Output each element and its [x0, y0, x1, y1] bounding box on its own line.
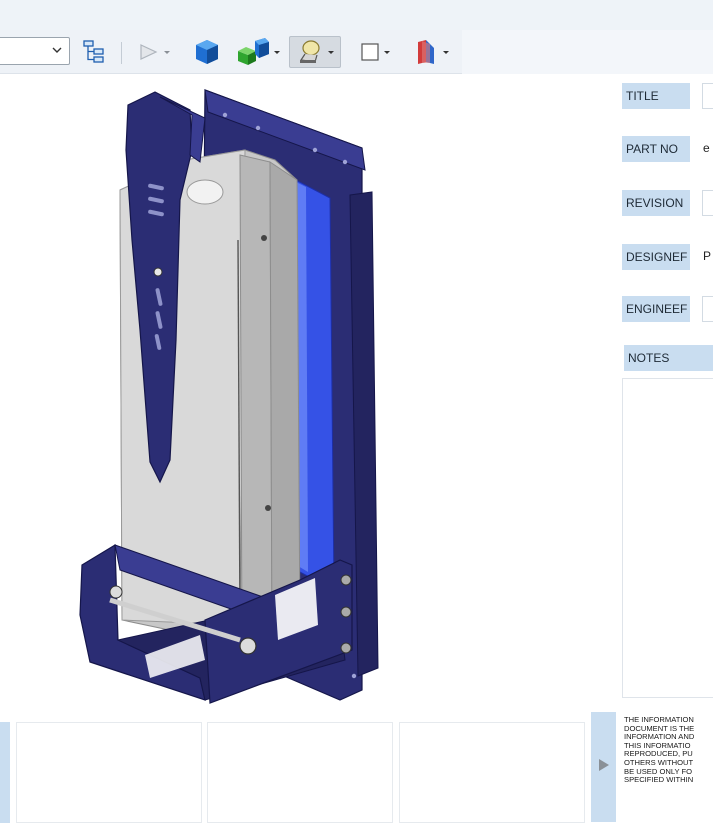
multi-cube-icon	[238, 38, 269, 65]
toolbar-empty-area	[462, 30, 713, 74]
left-collapse-tab[interactable]	[0, 722, 10, 823]
designer-label: DESIGNEF	[622, 244, 690, 270]
triangle-right-icon	[599, 759, 609, 771]
tree-button[interactable]	[80, 36, 108, 68]
section-button[interactable]	[406, 36, 456, 68]
legal-notice: THE INFORMATION DOCUMENT IS THE INFORMAT…	[624, 716, 713, 826]
legal-line: SPECIFIED WITHIN	[624, 775, 694, 785]
cube-icon	[196, 40, 218, 64]
lighting-button[interactable]	[289, 36, 341, 68]
title-label: TITLE	[622, 83, 690, 109]
background-button[interactable]	[352, 36, 398, 68]
expand-panel-tab[interactable]	[591, 712, 616, 822]
play-icon	[140, 44, 158, 60]
shaded-button[interactable]	[190, 36, 224, 68]
thumbnail-panel-1[interactable]	[16, 722, 202, 823]
view-toolbar	[0, 30, 462, 74]
square-outline-icon	[361, 43, 379, 61]
chevron-down-icon	[328, 51, 334, 54]
section-icon	[418, 40, 434, 64]
toolbar-separator	[121, 42, 122, 64]
play-button[interactable]	[134, 36, 174, 68]
title-field[interactable]	[702, 83, 713, 109]
enclosure-model-render	[79, 89, 379, 704]
part-no-field[interactable]: e	[700, 136, 713, 162]
chevron-down-icon	[164, 51, 170, 54]
chevron-down-icon	[384, 51, 390, 54]
top-strip	[0, 0, 713, 30]
engineer-field[interactable]	[702, 296, 713, 322]
thumbnail-panel-2[interactable]	[207, 722, 393, 823]
thumbnail-panel-3[interactable]	[399, 722, 585, 823]
revision-field[interactable]	[702, 190, 713, 216]
model-viewport[interactable]	[0, 74, 614, 710]
part-no-label: PART NO	[622, 136, 690, 162]
tree-icon	[83, 40, 104, 63]
chevron-down-icon	[443, 51, 449, 54]
chevron-down-icon	[52, 47, 62, 53]
view-combo[interactable]	[0, 37, 70, 65]
display-style-button[interactable]	[233, 36, 283, 68]
revision-label: REVISION	[622, 190, 690, 216]
light-icon	[299, 40, 320, 63]
designer-field[interactable]: P	[700, 244, 713, 270]
notes-label: NOTES	[624, 345, 713, 371]
chevron-down-icon	[274, 51, 280, 54]
notes-textarea[interactable]	[622, 378, 713, 698]
engineer-label: ENGINEEF	[622, 296, 690, 322]
